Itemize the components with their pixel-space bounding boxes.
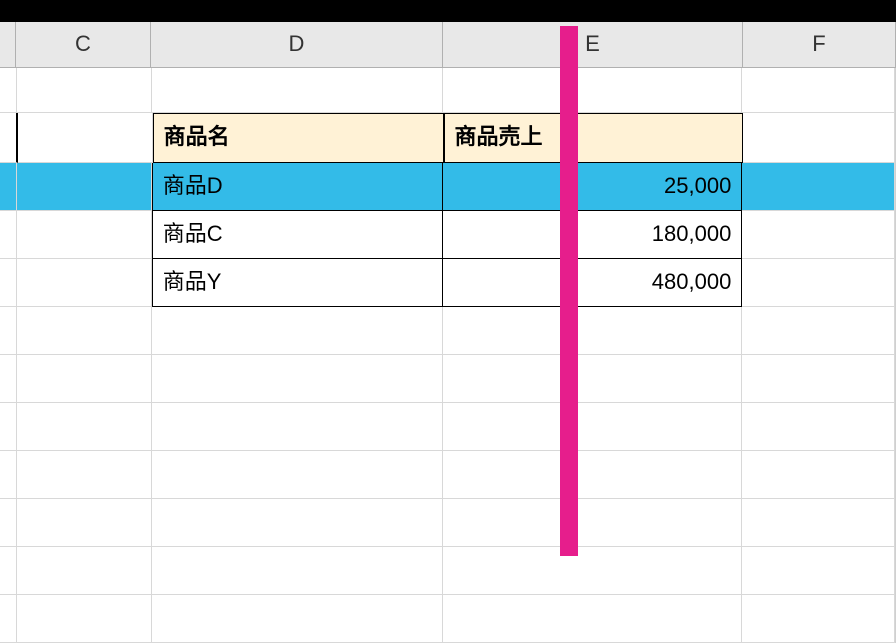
grid-cell[interactable] <box>742 547 895 595</box>
grid-cell[interactable] <box>0 163 17 211</box>
grid-cell[interactable] <box>443 499 742 547</box>
annotation-vertical-stripe <box>560 26 578 556</box>
grid-row <box>0 307 895 355</box>
grid-cell[interactable] <box>152 68 443 113</box>
grid-cell[interactable] <box>17 547 152 595</box>
grid-row <box>0 403 895 451</box>
grid-cell[interactable] <box>17 403 152 451</box>
grid-cell[interactable] <box>17 259 152 307</box>
grid-cell[interactable] <box>152 595 443 643</box>
grid-cell[interactable] <box>742 355 895 403</box>
grid-cell[interactable] <box>742 499 895 547</box>
grid-cell[interactable] <box>742 451 895 499</box>
grid-row <box>0 547 895 595</box>
column-headers-row: C D E F <box>0 22 896 68</box>
grid-cell[interactable] <box>443 307 742 355</box>
grid-cell[interactable] <box>443 68 742 113</box>
table-header-sales[interactable]: 商品売上 <box>444 113 743 163</box>
grid-cell[interactable] <box>0 259 17 307</box>
grid-cell[interactable] <box>742 403 895 451</box>
grid-cell[interactable] <box>742 307 895 355</box>
grid-cell[interactable] <box>17 211 152 259</box>
column-header-d[interactable]: D <box>151 22 443 67</box>
grid-cell[interactable] <box>0 451 17 499</box>
column-header-f[interactable]: F <box>743 22 896 67</box>
grid-cell[interactable] <box>0 403 17 451</box>
table-header-name[interactable]: 商品名 <box>153 113 444 163</box>
grid-cell[interactable] <box>0 113 18 163</box>
grid-cell[interactable] <box>0 68 17 113</box>
grid-cell[interactable] <box>17 355 152 403</box>
table-cell-sales[interactable]: 25,000 <box>443 163 742 211</box>
grid-cell[interactable] <box>152 499 443 547</box>
grid-cell[interactable] <box>17 307 152 355</box>
table-row: 商品D 25,000 <box>0 163 895 211</box>
grid-cell[interactable] <box>742 595 895 643</box>
grid-cell[interactable] <box>17 451 152 499</box>
grid-cell[interactable] <box>0 595 17 643</box>
grid-cell[interactable] <box>443 355 742 403</box>
grid-cell[interactable] <box>743 113 896 163</box>
grid-row: 商品名 商品売上 <box>0 113 895 163</box>
grid-cell[interactable] <box>17 163 152 211</box>
grid-cell[interactable] <box>0 211 17 259</box>
grid-cell[interactable] <box>152 307 443 355</box>
table-cell-sales[interactable]: 480,000 <box>443 259 742 307</box>
spreadsheet-grid: C D E F 商品名 商品売上 商品D 25,000 <box>0 22 896 643</box>
grid-row <box>0 355 895 403</box>
grid-row <box>0 68 895 113</box>
grid-row <box>0 499 895 547</box>
grid-cell[interactable] <box>152 355 443 403</box>
column-header-b[interactable] <box>0 22 16 67</box>
table-cell-name[interactable]: 商品Y <box>152 259 443 307</box>
column-header-e[interactable]: E <box>443 22 743 67</box>
grid-cell[interactable] <box>152 451 443 499</box>
grid-cell[interactable] <box>742 259 895 307</box>
grid-cell[interactable] <box>742 163 895 211</box>
grid-cell[interactable] <box>0 307 17 355</box>
grid-cell[interactable] <box>152 547 443 595</box>
grid-cell[interactable] <box>443 547 742 595</box>
grid-cell[interactable] <box>443 403 742 451</box>
sheet-cells: 商品名 商品売上 商品D 25,000 商品C 180,000 商品Y 480,… <box>0 68 896 643</box>
grid-cell[interactable] <box>742 211 895 259</box>
grid-cell[interactable] <box>18 113 153 163</box>
grid-cell[interactable] <box>0 355 17 403</box>
grid-cell[interactable] <box>152 403 443 451</box>
grid-cell[interactable] <box>17 499 152 547</box>
grid-cell[interactable] <box>443 451 742 499</box>
grid-row <box>0 595 895 643</box>
grid-cell[interactable] <box>17 68 152 113</box>
grid-cell[interactable] <box>0 499 17 547</box>
table-cell-name[interactable]: 商品D <box>152 163 443 211</box>
top-strip <box>0 0 896 22</box>
table-cell-sales[interactable]: 180,000 <box>443 211 742 259</box>
grid-cell[interactable] <box>17 595 152 643</box>
column-header-c[interactable]: C <box>16 22 151 67</box>
grid-row <box>0 451 895 499</box>
table-row: 商品C 180,000 <box>0 211 895 259</box>
grid-cell[interactable] <box>443 595 742 643</box>
table-cell-name[interactable]: 商品C <box>152 211 443 259</box>
grid-cell[interactable] <box>742 68 895 113</box>
table-row: 商品Y 480,000 <box>0 259 895 307</box>
grid-cell[interactable] <box>0 547 17 595</box>
